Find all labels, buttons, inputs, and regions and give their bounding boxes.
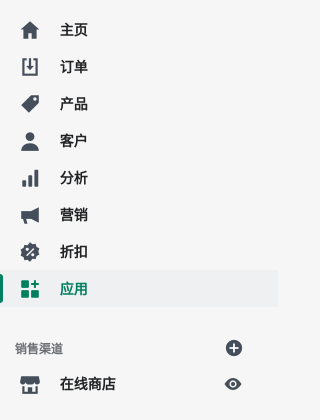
sales-channels-header: 销售渠道 <box>0 336 278 360</box>
main-nav: 主页 订单 产品 客户 分析 营销 折扣 应用 <box>0 11 278 307</box>
sales-channel-online-store[interactable]: 在线商店 <box>0 366 278 402</box>
bar-chart-icon <box>16 164 44 192</box>
nav-item-home[interactable]: 主页 <box>0 11 278 48</box>
nav-item-label: 主页 <box>60 22 88 39</box>
nav-item-marketing[interactable]: 营销 <box>0 196 278 233</box>
nav-item-discounts[interactable]: 折扣 <box>0 233 278 270</box>
plus-circle-icon <box>225 339 243 357</box>
nav-item-apps[interactable]: 应用 <box>0 270 278 307</box>
nav-item-label: 分析 <box>60 170 88 187</box>
nav-item-label: 应用 <box>60 281 88 298</box>
person-icon <box>16 127 44 155</box>
nav-item-orders[interactable]: 订单 <box>0 48 278 85</box>
store-icon <box>16 370 44 398</box>
nav-item-customers[interactable]: 客户 <box>0 122 278 159</box>
megaphone-icon <box>16 201 44 229</box>
discount-icon <box>16 238 44 266</box>
sidebar: 主页 订单 产品 客户 分析 营销 折扣 应用 销售渠道 在线商店 <box>0 0 278 420</box>
nav-item-label: 营销 <box>60 207 88 224</box>
nav-item-label: 产品 <box>60 96 88 113</box>
nav-item-analytics[interactable]: 分析 <box>0 159 278 196</box>
eye-icon <box>224 378 242 390</box>
orders-icon <box>16 53 44 81</box>
nav-item-label: 折扣 <box>60 244 88 261</box>
tag-icon <box>16 90 44 118</box>
add-sales-channel-button[interactable] <box>224 338 244 358</box>
view-online-store-button[interactable] <box>222 373 244 395</box>
nav-item-products[interactable]: 产品 <box>0 85 278 122</box>
home-icon <box>16 16 44 44</box>
section-title: 销售渠道 <box>15 341 64 356</box>
apps-icon <box>16 275 44 303</box>
sales-channel-label: 在线商店 <box>60 377 116 393</box>
nav-item-label: 客户 <box>60 133 88 150</box>
nav-item-label: 订单 <box>60 59 88 76</box>
